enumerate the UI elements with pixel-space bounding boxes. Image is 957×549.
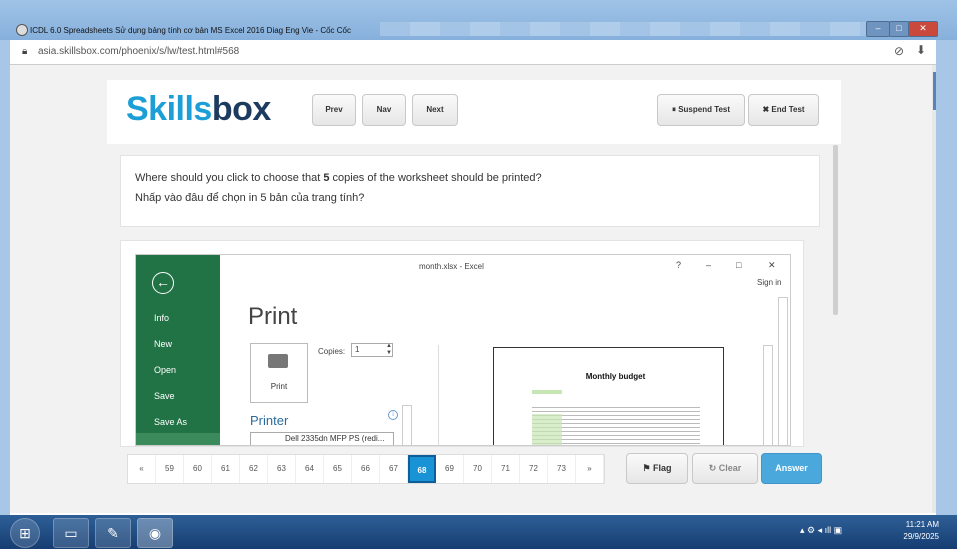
help-icon[interactable]: ? (676, 260, 681, 270)
page-button[interactable]: 61 (212, 455, 240, 483)
window-frame-right (936, 40, 957, 515)
page-button[interactable]: 70 (464, 455, 492, 483)
page-button[interactable]: 67 (380, 455, 408, 483)
maximize-button[interactable]: □ (889, 21, 909, 37)
window-frame-left (0, 40, 10, 515)
skillsbox-logo: Skillsbox (126, 90, 271, 128)
page-button[interactable]: 66 (352, 455, 380, 483)
preview-scrollbar[interactable] (763, 345, 773, 445)
page-button[interactable]: 60 (184, 455, 212, 483)
page-button[interactable]: 65 (324, 455, 352, 483)
start-button[interactable]: ⊞ (10, 518, 40, 548)
excel-title: month.xlsx - Excel (419, 262, 484, 271)
divider (438, 345, 439, 445)
copies-label: Copies: (318, 347, 346, 356)
preview-title: Monthly budget (585, 372, 646, 381)
printer-heading: Printer (250, 413, 289, 428)
suspend-test-button[interactable]: ⏸ Suspend Test (657, 94, 745, 126)
print-button[interactable]: Print (250, 343, 308, 403)
clear-button[interactable]: ↻ Clear (692, 453, 758, 484)
back-arrow-icon[interactable]: ← (152, 272, 174, 294)
taskbar: ⊞ ▭ ✎ ◉ ▴ ⚙ ◂ ıll ▣ 11:21 AM 29/9/2025 (0, 515, 957, 549)
pager-first-button[interactable]: « (128, 455, 156, 483)
next-button[interactable]: Next (412, 94, 458, 126)
question-text-en: Where should you click to choose that 5 … (135, 172, 542, 184)
nav-info[interactable]: Info (154, 313, 169, 323)
excel-window: ← Info New Open Save Save As month.xlsx … (135, 254, 791, 446)
excel-close-button[interactable]: ✕ (768, 260, 776, 271)
nav-open[interactable]: Open (154, 365, 176, 375)
page-button-active[interactable]: 68 (408, 455, 436, 483)
question-card: Where should you click to choose that 5 … (120, 155, 820, 227)
shield-icon[interactable]: ⊘ (894, 44, 904, 58)
browser-tabs-strip[interactable] (380, 22, 900, 36)
app-taskbar-icon[interactable]: ✎ (95, 518, 131, 548)
clock-date: 29/9/2025 (903, 532, 939, 541)
print-button-label: Print (270, 382, 288, 391)
backstage-sidebar: ← Info New Open Save Save As (136, 255, 220, 445)
excel-minimize-button[interactable]: – (706, 260, 711, 270)
lock-icon: 🔒︎ (22, 46, 28, 57)
flag-button[interactable]: ⚑ Flag (626, 453, 688, 484)
pager-last-button[interactable]: » (576, 455, 604, 483)
page-scrollbar[interactable] (932, 65, 936, 513)
nav-new[interactable]: New (154, 339, 172, 349)
page-button[interactable]: 64 (296, 455, 324, 483)
refresh-icon: ↻ (708, 463, 719, 473)
close-button[interactable]: ✕ (908, 21, 938, 37)
address-bar[interactable]: 🔒︎ asia.skillsbox.com/phoenix/s/lw/test.… (10, 40, 936, 65)
browser-taskbar-icon[interactable]: ◉ (137, 518, 173, 548)
sign-in-link[interactable]: Sign in (757, 278, 781, 287)
settings-scrollbar[interactable] (402, 405, 412, 445)
answer-button[interactable]: Answer (761, 453, 822, 484)
backstage-scrollbar[interactable] (778, 297, 788, 445)
minimize-button[interactable]: – (866, 21, 890, 37)
nav-save-as[interactable]: Save As (154, 417, 187, 427)
printer-dropdown[interactable]: Dell 2335dn MFP PS (redi... (250, 432, 394, 445)
printer-icon (268, 354, 288, 368)
preview-cell (532, 390, 562, 394)
taskbar-clock[interactable]: 11:21 AM 29/9/2025 (903, 519, 939, 543)
nav-print-selected[interactable] (136, 433, 220, 445)
info-icon[interactable]: i (388, 410, 398, 420)
page-button[interactable]: 72 (520, 455, 548, 483)
browser-icon (16, 24, 28, 36)
flag-icon: ⚑ (642, 463, 654, 473)
explorer-taskbar-icon[interactable]: ▭ (53, 518, 89, 548)
nav-save[interactable]: Save (154, 391, 175, 401)
page-button[interactable]: 69 (436, 455, 464, 483)
preview-highlight (532, 414, 562, 445)
url-text[interactable]: asia.skillsbox.com/phoenix/s/lw/test.htm… (38, 46, 239, 57)
page-button[interactable]: 59 (156, 455, 184, 483)
print-heading: Print (248, 303, 298, 330)
tray-icons[interactable]: ▴ ⚙ ◂ ıll ▣ (800, 525, 842, 536)
page-button[interactable]: 63 (268, 455, 296, 483)
print-preview: Monthly budget (493, 347, 724, 445)
content-scrollbar[interactable] (833, 145, 838, 315)
page-scrollbar-thumb[interactable] (933, 72, 936, 110)
clock-time: 11:21 AM (905, 520, 939, 529)
download-icon[interactable]: ⬇ (916, 43, 926, 57)
prev-button[interactable]: Prev (312, 94, 356, 126)
page-button[interactable]: 62 (240, 455, 268, 483)
question-text-vi: Nhấp vào đâu để chọn in 5 bản của trang … (135, 192, 365, 204)
window-title-bar: ICDL 6.0 Spreadsheets Sử dụng bảng tính … (0, 0, 957, 40)
excel-restore-button[interactable]: □ (736, 260, 741, 270)
nav-button[interactable]: Nav (362, 94, 406, 126)
window-title: ICDL 6.0 Spreadsheets Sử dụng bảng tính … (30, 26, 352, 35)
copies-spinner[interactable]: ▲ ▼ (386, 343, 392, 357)
page-button[interactable]: 73 (548, 455, 576, 483)
page-button[interactable]: 71 (492, 455, 520, 483)
end-test-button[interactable]: ✖ End Test (748, 94, 819, 126)
